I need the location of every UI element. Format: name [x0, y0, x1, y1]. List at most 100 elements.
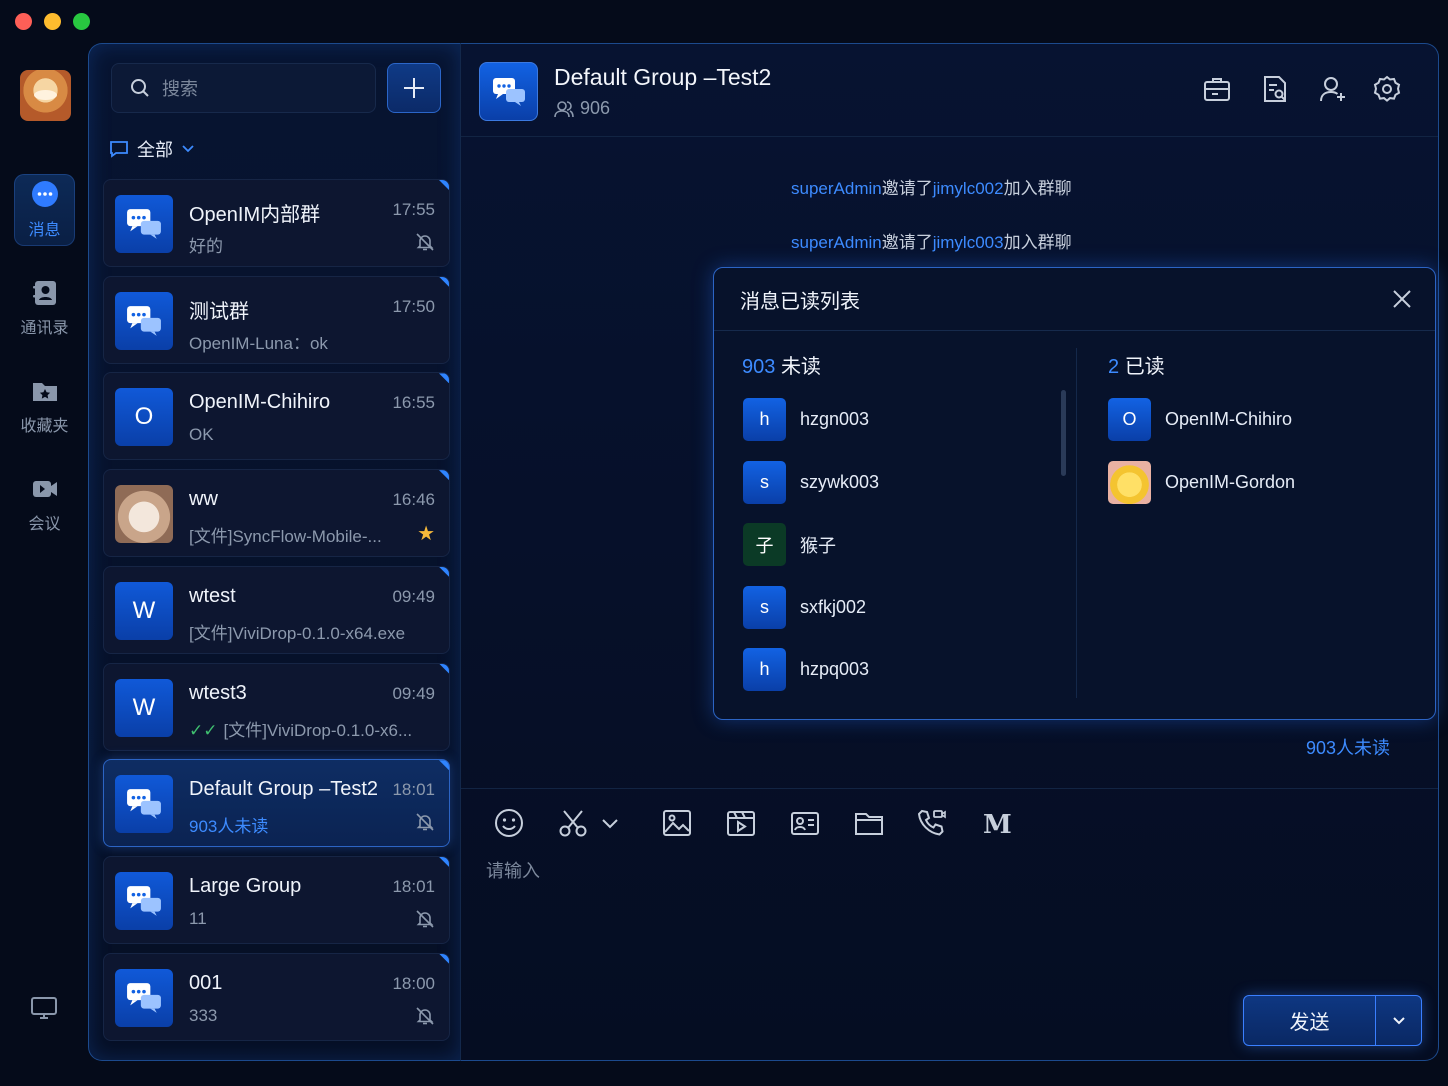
nav-item-contacts[interactable]: 通讯录: [14, 272, 75, 344]
maximize-window-button[interactable]: [73, 13, 90, 30]
system-message-verb: 邀请了: [881, 179, 933, 198]
image-icon[interactable]: [661, 807, 693, 839]
briefcase-icon[interactable]: [1202, 74, 1232, 104]
unread-member-item[interactable]: s sxfkj002: [743, 585, 867, 629]
create-button[interactable]: [387, 63, 441, 113]
member-count: 906: [554, 98, 610, 119]
nav-label: 会议: [28, 516, 61, 533]
unread-count-link[interactable]: 903人未读: [1306, 734, 1390, 760]
system-message: superAdmin邀请了jimylc003加入群聊: [791, 228, 1072, 253]
system-message-actor[interactable]: superAdmin: [791, 233, 882, 252]
chat-title: Default Group –Test2: [554, 64, 772, 90]
member-name: hzgn003: [800, 409, 870, 429]
markdown-icon[interactable]: M: [981, 807, 1017, 839]
read-label: 已读: [1124, 356, 1165, 378]
conversation-preview: 903人未读: [189, 812, 268, 837]
folder-star-icon: [32, 383, 57, 401]
conversation-filter[interactable]: 全部: [109, 136, 195, 162]
members-icon: [554, 100, 574, 117]
conversation-list-panel: 搜索 全部 OpenIM内部群 17:55 好的 测试群 17:50 OpenIM-Lun…: [88, 43, 460, 1061]
system-message-actor[interactable]: superAdmin: [791, 179, 882, 198]
mute-bell-icon: [416, 233, 434, 251]
star-icon: ★: [417, 523, 435, 546]
system-message-target[interactable]: jimylc003: [933, 233, 1004, 252]
system-message-target[interactable]: jimylc002: [933, 179, 1004, 198]
contacts-icon: [32, 281, 56, 305]
unread-member-item[interactable]: s szywk003: [743, 460, 879, 504]
conversation-preview-text: OK: [189, 425, 214, 445]
conversation-name: wtest3: [189, 681, 247, 704]
nav-rail: 消息 通讯录 收藏夹 会议: [0, 44, 88, 1086]
nav-label: 收藏夹: [20, 418, 69, 435]
conversation-item[interactable]: O OpenIM-Chihiro 16:55 OK: [103, 372, 450, 461]
send-options-button[interactable]: [1376, 996, 1421, 1045]
search-placeholder: 搜索: [162, 79, 198, 99]
conversation-item[interactable]: OpenIM内部群 17:55 好的: [103, 179, 450, 267]
nav-item-meetings[interactable]: 会议: [14, 468, 75, 540]
conversation-item[interactable]: Default Group –Test2 18:01 903人未读: [103, 759, 450, 848]
message-icon: [110, 141, 128, 158]
conversation-item[interactable]: Large Group 18:01 11: [103, 855, 450, 944]
read-member-item[interactable]: O OpenIM-Chihiro: [1108, 398, 1292, 441]
phone-video-icon[interactable]: [915, 807, 947, 839]
conversation-preview: OK: [189, 425, 214, 445]
conversation-item[interactable]: 测试群 17:50 OpenIM-Luna：ok: [103, 275, 450, 364]
conversation-name: OpenIM-Chihiro: [189, 391, 331, 414]
search-document-icon[interactable]: [1260, 74, 1290, 104]
conversation-time: 17:50: [392, 296, 435, 316]
read-member-item[interactable]: OpenIM-Gordon: [1108, 460, 1295, 504]
chevron-down-icon: [1392, 1016, 1405, 1024]
group-avatar[interactable]: [479, 62, 538, 121]
conversation-item[interactable]: Wwtest 09:49 [文件]ViviDrop-0.1.0-x64.exe: [103, 565, 450, 654]
member-avatar: h: [743, 398, 786, 441]
chevron-down-icon[interactable]: [599, 807, 621, 839]
system-message-verb: 邀请了: [881, 233, 933, 252]
settings-icon[interactable]: [1372, 74, 1402, 104]
conversation-preview-text: 好的: [189, 237, 223, 256]
folder-icon[interactable]: [853, 807, 885, 839]
member-count-value: 906: [580, 98, 611, 118]
group-chat-icon: [127, 789, 161, 820]
message-input[interactable]: 请输入: [486, 857, 540, 883]
video-file-icon[interactable]: [725, 807, 757, 839]
mute-bell-icon: [416, 910, 434, 928]
nav-item-favorites[interactable]: 收藏夹: [14, 370, 75, 442]
contact-card-icon[interactable]: [789, 807, 821, 839]
nav-label: 通讯录: [20, 320, 69, 337]
minimize-window-button[interactable]: [44, 13, 61, 30]
conversation-preview-text: 903人未读: [189, 817, 269, 837]
conversation-avatar: [115, 775, 173, 834]
group-chat-icon: [492, 77, 525, 106]
search-box[interactable]: 搜索: [111, 63, 376, 113]
conversation-item[interactable]: ww 16:46 [文件]SyncFlow-Mobile-... ★: [103, 469, 450, 558]
nav-label: 消息: [28, 222, 61, 239]
scissors-icon[interactable]: [557, 807, 589, 839]
nav-item-messages[interactable]: 消息: [14, 174, 75, 246]
chat-bubble-icon: [31, 181, 58, 207]
send-button[interactable]: 发送: [1244, 996, 1376, 1045]
emoji-icon[interactable]: [493, 807, 525, 839]
add-user-icon[interactable]: [1318, 74, 1348, 104]
conversation-preview: [文件]SyncFlow-Mobile-...: [189, 522, 382, 547]
read-column-header: 2 已读: [1108, 350, 1165, 379]
unread-member-item[interactable]: h hzgn003: [743, 398, 869, 441]
unread-member-item[interactable]: 子猴子: [743, 523, 836, 566]
conversation-time: 17:55: [392, 200, 435, 219]
conversation-time: 16:55: [392, 393, 435, 413]
conversation-name: Large Group: [189, 874, 302, 897]
unread-member-item[interactable]: h hzpq003: [743, 648, 869, 691]
unread-list-scrollbar[interactable]: [1061, 390, 1066, 476]
close-icon[interactable]: [1391, 288, 1413, 310]
member-name: sxfkj002: [800, 596, 867, 617]
conversation-item[interactable]: Wwtest3 09:49 ✓✓ [文件]ViviDrop-0.1.0-x6...: [103, 662, 450, 751]
read-list-popup: 消息已读列表 903 未读 2 已读 h hzgn003 s szywk003 子猴子 s…: [713, 267, 1436, 720]
conversation-item[interactable]: 001 18:00 333: [103, 952, 450, 1041]
monitor-icon[interactable]: [30, 994, 58, 1022]
user-avatar[interactable]: [20, 70, 71, 121]
close-window-button[interactable]: [15, 13, 32, 30]
chat-header: Default Group –Test2 906: [461, 44, 1438, 137]
window-controls: [15, 13, 90, 30]
conversation-time: 09:49: [392, 586, 435, 606]
group-chat-icon: [127, 982, 161, 1013]
group-chat-icon: [127, 209, 161, 239]
